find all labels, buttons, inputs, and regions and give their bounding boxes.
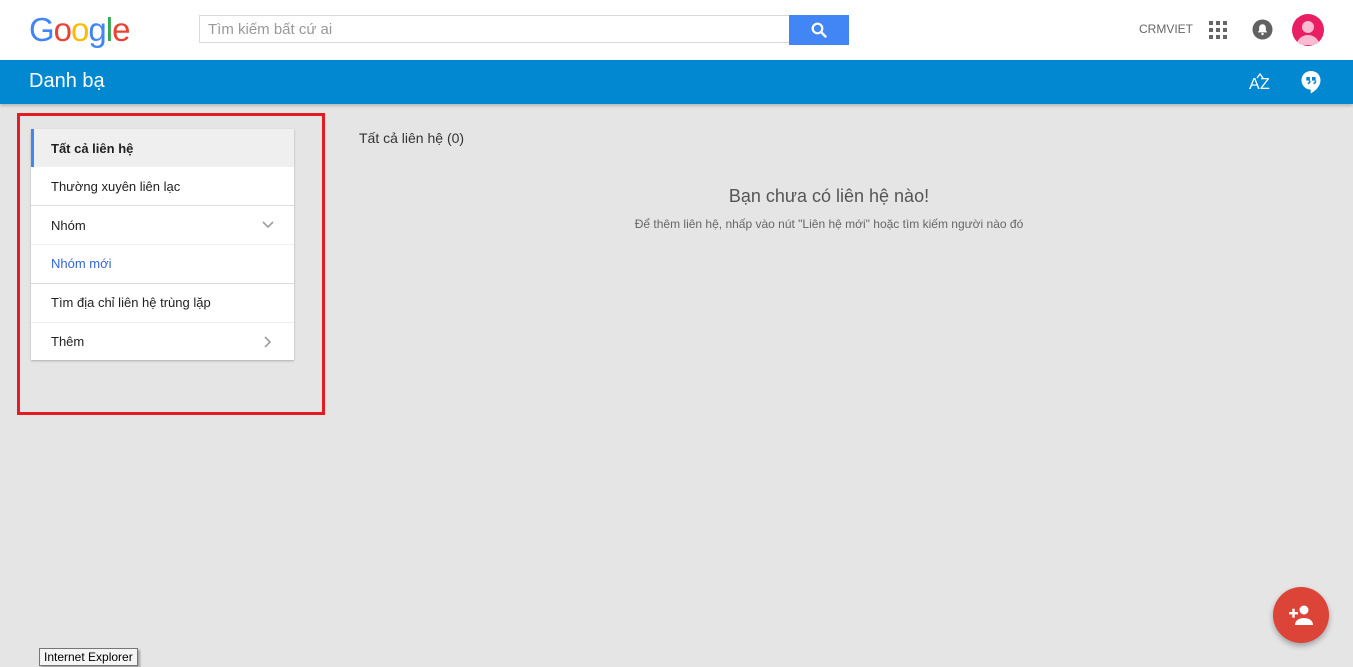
search-icon (811, 22, 827, 38)
logo-letter-g2: g (88, 11, 106, 48)
logo-letter-o2: o (71, 11, 89, 48)
logo-letter-e: e (112, 11, 130, 48)
add-person-icon (1289, 605, 1313, 625)
empty-state-title: Bạn chưa có liên hệ nào! (728, 186, 930, 206)
sidebar-item-label: Tất cả liên hệ (51, 141, 134, 156)
search-input[interactable] (200, 16, 789, 42)
sidebar-item-label: Tìm địa chỉ liên hệ trùng lặp (51, 295, 211, 310)
app-title[interactable]: Danh bạ (29, 70, 105, 93)
sidebar-item-more[interactable]: Thêm (31, 323, 294, 360)
sidebar-item-label: Nhóm mới (51, 256, 112, 271)
chevron-down-icon (262, 221, 274, 229)
user-avatar-icon (1296, 21, 1320, 45)
sidebar-item-new-group[interactable]: Nhóm mới (31, 245, 294, 283)
sidebar-item-label: Nhóm (51, 218, 86, 233)
google-logo[interactable]: Google (29, 11, 130, 49)
top-bar: Google CRMVIET (0, 0, 1353, 60)
app-bar: Danh bạ A Z (0, 60, 1353, 104)
sidebar-item-find-duplicates[interactable]: Tìm địa chỉ liên hệ trùng lặp (31, 284, 294, 322)
search-button[interactable] (789, 15, 849, 45)
logo-letter-g: G (29, 11, 55, 48)
svg-text:A: A (1249, 76, 1260, 93)
sidebar-item-frequent[interactable]: Thường xuyên liên lạc (31, 167, 294, 205)
taskbar-tooltip: Internet Explorer (39, 648, 138, 666)
notification-bell-icon[interactable] (1252, 19, 1273, 40)
sidebar-nav: Tất cả liên hệ Thường xuyên liên lạc Nhó… (31, 129, 294, 360)
contacts-count-heading: Tất cả liên hệ (0) (359, 130, 465, 146)
svg-text:Z: Z (1260, 76, 1270, 93)
sort-az-icon[interactable]: A Z (1248, 71, 1272, 93)
sidebar-item-label: Thường xuyên liên lạc (51, 179, 181, 194)
sidebar-item-all-contacts[interactable]: Tất cả liên hệ (31, 129, 294, 167)
sidebar-item-groups[interactable]: Nhóm (31, 206, 294, 244)
account-name[interactable]: CRMVIET (1139, 22, 1193, 36)
avatar[interactable] (1292, 14, 1324, 46)
chevron-right-icon (264, 336, 272, 348)
logo-letter-o1: o (53, 11, 72, 48)
empty-state-hint: Để thêm liên hệ, nhấp vào nút "Liên hệ m… (634, 217, 1024, 231)
hangouts-icon[interactable] (1300, 70, 1322, 94)
sidebar-item-label: Thêm (51, 334, 85, 349)
apps-grid-icon[interactable] (1209, 21, 1227, 39)
search-box (199, 15, 789, 43)
add-contact-button[interactable] (1273, 587, 1329, 643)
